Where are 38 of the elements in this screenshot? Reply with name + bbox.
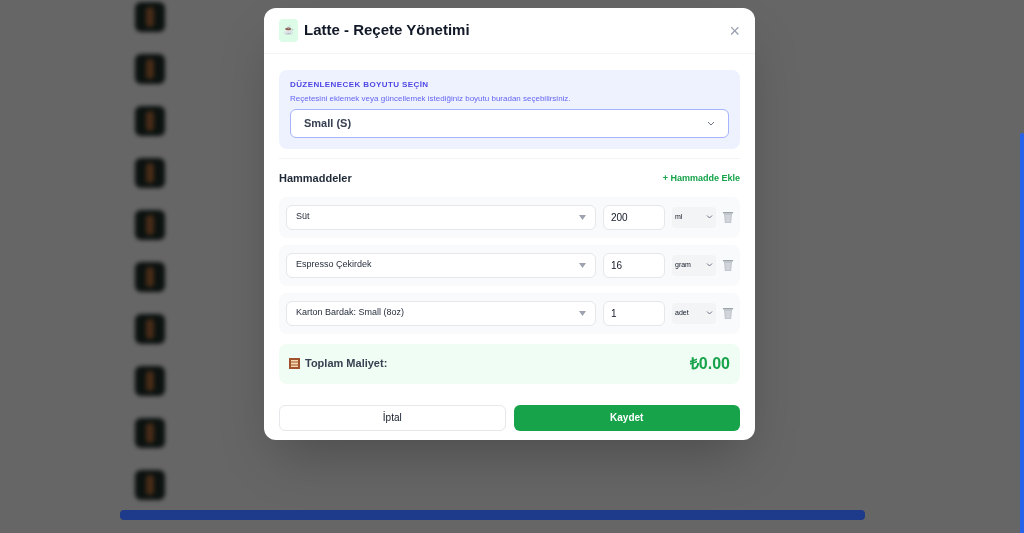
product-thumbnail bbox=[135, 418, 165, 448]
product-thumbnail bbox=[135, 158, 165, 188]
product-thumbnail bbox=[135, 470, 165, 500]
chevron-down-icon bbox=[706, 311, 713, 315]
section-heading: Hammaddeler bbox=[279, 171, 352, 186]
delete-icon[interactable] bbox=[723, 307, 733, 319]
triangle-down-icon bbox=[579, 214, 586, 220]
delete-icon[interactable] bbox=[723, 211, 733, 223]
product-thumbnail bbox=[135, 54, 165, 84]
total-value: ₺0.00 bbox=[689, 353, 730, 374]
size-heading: DÜZENLENECEK BOYUTU SEÇİN bbox=[290, 79, 430, 91]
product-thumbnail bbox=[135, 262, 165, 292]
dialog-title: Latte - Reçete Yönetimi bbox=[304, 20, 470, 41]
material-select[interactable]: Süt bbox=[286, 204, 596, 230]
abacus-icon bbox=[289, 358, 300, 369]
coffee-icon: ☕ bbox=[279, 19, 298, 42]
scrollbar-thumb[interactable] bbox=[1020, 133, 1024, 533]
product-thumbnail bbox=[135, 210, 165, 240]
product-thumbnail bbox=[135, 366, 165, 396]
product-thumbnail bbox=[135, 314, 165, 344]
horizontal-scrollbar[interactable] bbox=[120, 510, 865, 520]
size-hint: Reçetesini eklemek veya güncellemek istediğiniz boyutu buradan seçebilirsiniz. bbox=[290, 93, 572, 105]
delete-icon[interactable] bbox=[723, 259, 733, 271]
product-thumbnail bbox=[135, 2, 165, 32]
chevron-down-icon bbox=[707, 121, 715, 126]
product-thumbnail bbox=[135, 106, 165, 136]
amount-field[interactable]: 16 bbox=[603, 252, 665, 278]
amount-field[interactable]: 1 bbox=[603, 300, 665, 326]
material-select[interactable]: Espresso Çekirdek bbox=[286, 252, 596, 278]
chevron-down-icon bbox=[706, 215, 713, 219]
chevron-down-icon bbox=[706, 263, 713, 267]
total-label: Toplam Maliyet: bbox=[305, 356, 388, 372]
size-select[interactable]: Small (S) bbox=[290, 109, 729, 138]
amount-field[interactable]: 200 bbox=[603, 204, 665, 230]
cancel-button[interactable]: İptal bbox=[279, 404, 506, 431]
material-select[interactable]: Karton Bardak: Small (8oz) bbox=[286, 300, 596, 326]
triangle-down-icon bbox=[579, 262, 586, 268]
triangle-down-icon bbox=[579, 310, 586, 316]
